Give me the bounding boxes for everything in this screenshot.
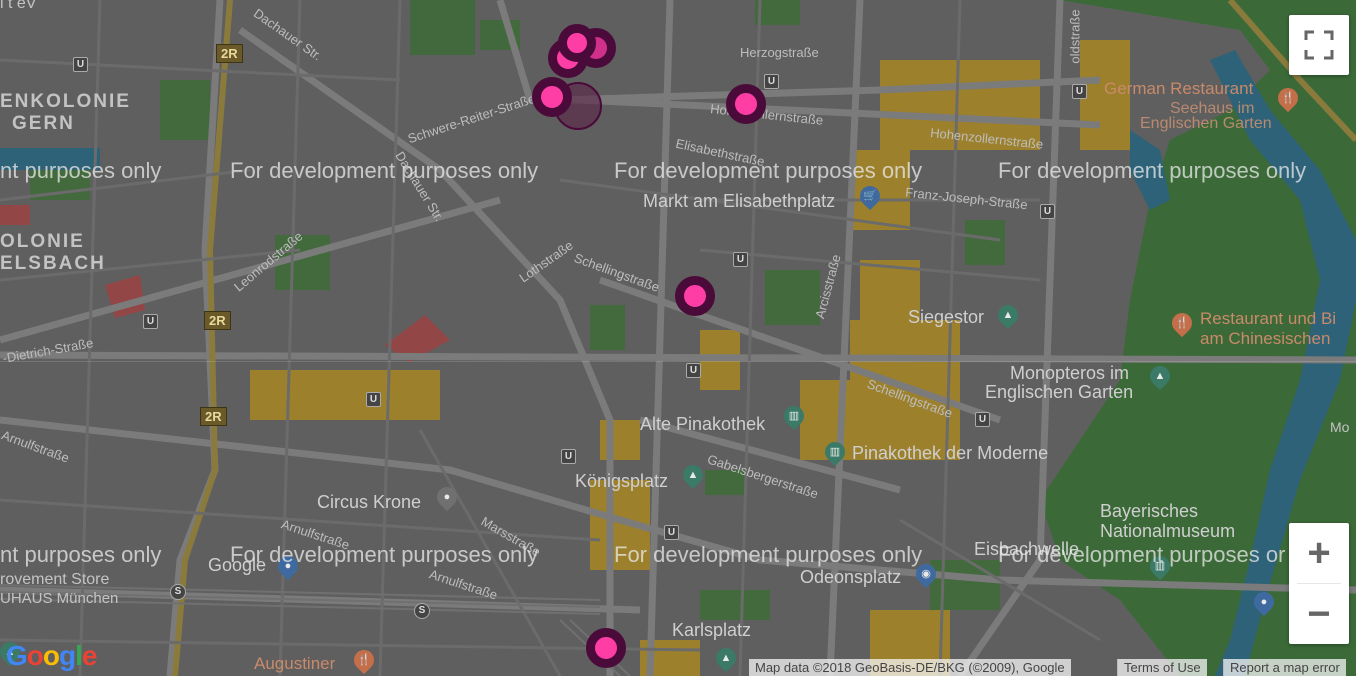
road-shield: 2R	[216, 44, 243, 63]
poi-label-monopteros: Monopteros im	[1010, 363, 1130, 383]
landmark-icon: ▲	[1145, 361, 1175, 391]
ubahn-icon: U	[664, 525, 679, 540]
ubahn-icon: U	[686, 363, 701, 378]
map-marker[interactable]	[558, 24, 596, 62]
area-label-gartenkolonie: ENKOLONIE	[0, 91, 131, 112]
poi-label-pinakothek-moderne: Pinakothek der Moderne	[852, 443, 1049, 463]
dev-watermark: For development purposes only	[230, 542, 539, 567]
poi-label-karlsplatz: Karlsplatz	[672, 620, 752, 640]
area-label-gern: GERN	[12, 113, 75, 134]
zoom-control: + −	[1289, 523, 1349, 644]
dev-watermark: For development purposes only	[230, 158, 539, 183]
map-canvas[interactable]: ENKOLONIE GERN OLONIE ELSBACH l t eV Dac…	[0, 0, 1356, 676]
ubahn-icon: U	[366, 392, 381, 407]
restaurant-icon: 🍴	[1273, 83, 1303, 113]
poi-label-nationalmuseum: Nationalmuseum	[1100, 521, 1236, 541]
sbahn-icon: S	[170, 584, 186, 600]
poi-label-monopteros-2: Englischen Garten	[985, 382, 1134, 402]
landmark-icon: ▲	[993, 300, 1023, 330]
fullscreen-icon	[1304, 30, 1334, 60]
poi-label-englischen-garten: Englischen Garten	[1140, 115, 1272, 132]
poi-label-mo: Mo	[1330, 419, 1350, 435]
terms-of-use-link[interactable]: Terms of Use	[1117, 659, 1207, 676]
poi-label-odeonsplatz: Odeonsplatz	[800, 567, 902, 587]
ubahn-icon: U	[1040, 204, 1055, 219]
poi-label-bayerisches: Bayerisches	[1100, 501, 1199, 521]
landmark-icon: ▲	[711, 643, 741, 673]
poi-label-augustiner: Augustiner	[254, 654, 336, 673]
museum-icon: ▥	[820, 437, 850, 467]
restaurant-icon: 🍴	[349, 645, 379, 675]
ubahn-icon: U	[73, 57, 88, 72]
zoom-out-button[interactable]: −	[1289, 584, 1349, 644]
map-marker[interactable]	[532, 77, 572, 117]
ubahn-icon: U	[561, 449, 576, 464]
ubahn-icon: U	[733, 252, 748, 267]
map-marker[interactable]	[726, 84, 766, 124]
area-label-elsbach: ELSBACH	[0, 253, 106, 274]
tile-seam	[0, 361, 1356, 362]
poi-label-koenigsplatz: Königsplatz	[575, 471, 669, 491]
ubahn-icon: U	[764, 74, 779, 89]
poi-label-siegestor: Siegestor	[908, 307, 985, 327]
map-marker[interactable]	[675, 276, 715, 316]
dev-watermark: nt purposes only	[0, 158, 162, 183]
place-pin-icon: ●	[432, 482, 462, 512]
area-label-kolonie: OLONIE	[0, 231, 85, 252]
restaurant-icon: 🍴	[1167, 308, 1197, 338]
dev-watermark: For development purposes or	[998, 542, 1286, 567]
poi-label-restaurant-bi: Restaurant und Bi	[1200, 309, 1337, 328]
ubahn-icon: U	[975, 412, 990, 427]
map-data-attribution: Map data ©2018 GeoBasis-DE/BKG (©2009), …	[749, 659, 1071, 676]
poi-label-bauhaus: UHAUS München	[0, 590, 119, 607]
google-logo[interactable]: Google	[6, 640, 97, 672]
poi-label-improvement-store: rovement Store	[0, 571, 110, 588]
dev-watermark: For development purposes only	[614, 542, 923, 567]
road-shield: 2R	[200, 407, 227, 426]
place-label-lt-ev: l t eV	[0, 0, 37, 12]
ubahn-icon: U	[143, 314, 158, 329]
poi-label-am-chinesischen: am Chinesischen	[1200, 329, 1331, 348]
sbahn-icon: S	[414, 603, 430, 619]
landmark-icon: ▲	[678, 460, 708, 490]
dev-watermark: For development purposes only	[614, 158, 923, 183]
street-label-herzog: Herzogstraße	[740, 45, 819, 60]
ubahn-icon: U	[1072, 84, 1087, 99]
dev-watermark: nt purposes only	[0, 542, 162, 567]
road-shield: 2R	[204, 311, 231, 330]
poi-label-alte-pinakothek: Alte Pinakothek	[640, 414, 766, 434]
zoom-in-button[interactable]: +	[1289, 523, 1349, 583]
street-label-gold: oldstraße	[1067, 9, 1083, 64]
poi-label-markt: Markt am Elisabethplatz	[643, 191, 836, 211]
fullscreen-button[interactable]	[1289, 15, 1349, 75]
place-pin-icon: ●	[1249, 587, 1279, 617]
map-marker[interactable]	[586, 628, 626, 668]
report-map-error-link[interactable]: Report a map error	[1223, 659, 1346, 676]
poi-label-circus-krone: Circus Krone	[317, 492, 422, 512]
dev-watermark: For development purposes only	[998, 158, 1307, 183]
museum-icon: ▥	[779, 401, 809, 431]
shopping-cart-icon: 🛒	[855, 181, 885, 211]
poi-label-german-restaurant: German Restaurant	[1104, 79, 1254, 98]
